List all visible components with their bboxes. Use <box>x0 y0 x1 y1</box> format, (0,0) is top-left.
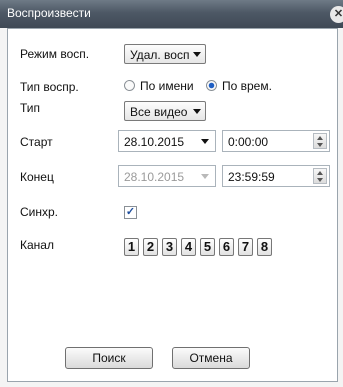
search-button[interactable]: Поиск <box>65 347 153 369</box>
end-date-value: 28.10.2015 <box>124 170 185 184</box>
start-date-picker[interactable]: 28.10.2015 <box>118 130 216 152</box>
radio-by-name[interactable] <box>124 80 135 91</box>
radio-by-time[interactable] <box>206 80 217 91</box>
mode-value: Удал. восп <box>130 48 190 62</box>
spin-icon[interactable] <box>313 133 327 149</box>
end-label: Конец <box>20 170 54 184</box>
sync-label: Синхр. <box>20 205 59 219</box>
playback-dialog: Воспроизвести ✕ Режим восп. Удал. восп Т… <box>0 0 343 387</box>
type-value: Все видео <box>130 105 188 119</box>
end-date-picker[interactable]: 28.10.2015 <box>118 165 216 187</box>
channel-button-4[interactable]: 4 <box>181 238 196 256</box>
close-icon[interactable]: ✕ <box>330 6 343 23</box>
type-label: Тип <box>20 101 41 115</box>
chevron-down-icon <box>193 52 201 57</box>
channel-button-8[interactable]: 8 <box>257 238 272 256</box>
chevron-down-icon <box>201 174 209 179</box>
playback-type-label: Тип воспр. <box>20 80 79 94</box>
channel-button-5[interactable]: 5 <box>200 238 215 256</box>
end-time-value: 23:59:59 <box>228 170 275 184</box>
radio-by-name-label: По имени <box>140 79 194 93</box>
title-bar[interactable]: Воспроизвести ✕ <box>0 0 343 28</box>
channel-button-2[interactable]: 2 <box>143 238 158 256</box>
type-select[interactable]: Все видео <box>124 101 206 121</box>
radio-by-time-label: По врем. <box>222 79 272 93</box>
start-time-value: 0:00:00 <box>228 135 269 149</box>
start-label: Старт <box>20 135 53 149</box>
cancel-button[interactable]: Отмена <box>172 347 250 369</box>
channel-button-7[interactable]: 7 <box>238 238 253 256</box>
sync-checkbox[interactable]: ✓ <box>124 206 137 219</box>
start-date-value: 28.10.2015 <box>124 135 185 149</box>
channel-button-6[interactable]: 6 <box>219 238 234 256</box>
end-time-input[interactable]: 23:59:59 <box>222 165 330 187</box>
mode-label: Режим восп. <box>20 47 90 61</box>
mode-select[interactable]: Удал. восп <box>124 44 206 64</box>
channel-label: Канал <box>20 238 54 252</box>
window-title: Воспроизвести <box>7 6 91 20</box>
channel-button-1[interactable]: 1 <box>124 238 139 256</box>
spin-icon[interactable] <box>313 168 327 184</box>
start-time-input[interactable]: 0:00:00 <box>222 130 330 152</box>
chevron-down-icon <box>201 139 209 144</box>
chevron-down-icon <box>193 109 201 114</box>
channel-button-3[interactable]: 3 <box>162 238 177 256</box>
